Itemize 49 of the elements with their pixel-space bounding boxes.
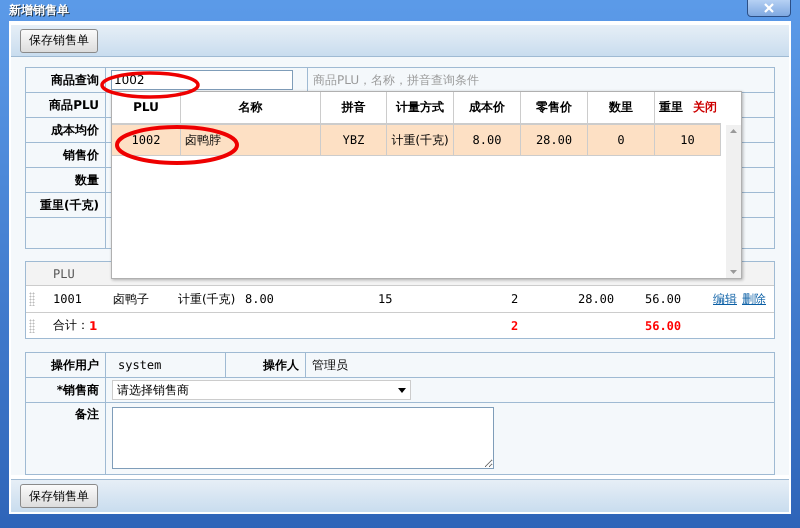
field-value: 管理员 bbox=[312, 356, 348, 374]
close-link[interactable]: 关闭 bbox=[693, 99, 717, 116]
drag-handle[interactable] bbox=[29, 318, 35, 332]
total-label: 合计： bbox=[53, 317, 89, 334]
column-header: 重里 bbox=[659, 99, 683, 116]
total-value: 56.00 bbox=[644, 318, 682, 332]
field-label: *销售商 bbox=[26, 378, 106, 403]
dropdown-caret-icon bbox=[398, 388, 406, 392]
table-cell-text: 1001 bbox=[52, 292, 83, 306]
table-cell-text: 卤鸭子 bbox=[112, 290, 150, 308]
notes-field[interactable] bbox=[112, 407, 494, 469]
field-label: 备注 bbox=[26, 403, 106, 474]
table-cell[interactable]: 计重(千克) bbox=[387, 125, 454, 156]
field-label: 操作用户 bbox=[26, 353, 106, 378]
action-link[interactable]: 编辑 bbox=[713, 290, 737, 308]
field-value: system bbox=[117, 358, 162, 372]
save-button[interactable]: 保存销售单 bbox=[20, 28, 98, 52]
total-count: 1 bbox=[89, 318, 98, 332]
table-cell[interactable]: 10 bbox=[655, 125, 721, 156]
table-cell[interactable]: 28.00 bbox=[521, 125, 588, 156]
total-value: 2 bbox=[510, 318, 520, 332]
field-label: 数量 bbox=[26, 168, 106, 193]
close-icon bbox=[763, 2, 775, 12]
column-header: PLU bbox=[52, 266, 76, 280]
table-cell-text: 56.00 bbox=[644, 292, 682, 306]
field-label: 商品查询 bbox=[26, 68, 106, 93]
field-label: 操作人 bbox=[226, 353, 306, 378]
vendor-select[interactable]: 请选择销售商 bbox=[112, 380, 411, 400]
field-label: 成本均价 bbox=[26, 118, 106, 143]
save-button[interactable]: 保存销售单 bbox=[20, 484, 98, 508]
table-cell-text: 计重(千克) bbox=[177, 290, 236, 308]
table-cell-text: 28.00 bbox=[577, 292, 616, 306]
window-title: 新增销售单 bbox=[9, 2, 69, 19]
scroll-up-icon bbox=[730, 129, 737, 133]
drag-handle[interactable] bbox=[29, 292, 35, 306]
table-cell[interactable]: 卤鸭脖 bbox=[181, 125, 321, 156]
scrollbar[interactable] bbox=[726, 125, 741, 278]
table-cell-text: 8.00 bbox=[244, 292, 275, 306]
field-label: 商品PLU bbox=[26, 93, 106, 118]
close-button[interactable] bbox=[747, 0, 791, 17]
table-cell[interactable]: 0 bbox=[588, 125, 655, 156]
field-label: 重里(千克) bbox=[26, 193, 106, 218]
table-cell-text: 2 bbox=[510, 292, 520, 306]
field-label: 销售价 bbox=[26, 143, 106, 168]
scroll-down-icon bbox=[730, 270, 737, 274]
table-cell[interactable]: YBZ bbox=[321, 125, 387, 156]
table-cell-text: 15 bbox=[377, 292, 394, 306]
action-link[interactable]: 删除 bbox=[742, 290, 766, 308]
table-cell[interactable]: 8.00 bbox=[454, 125, 521, 156]
